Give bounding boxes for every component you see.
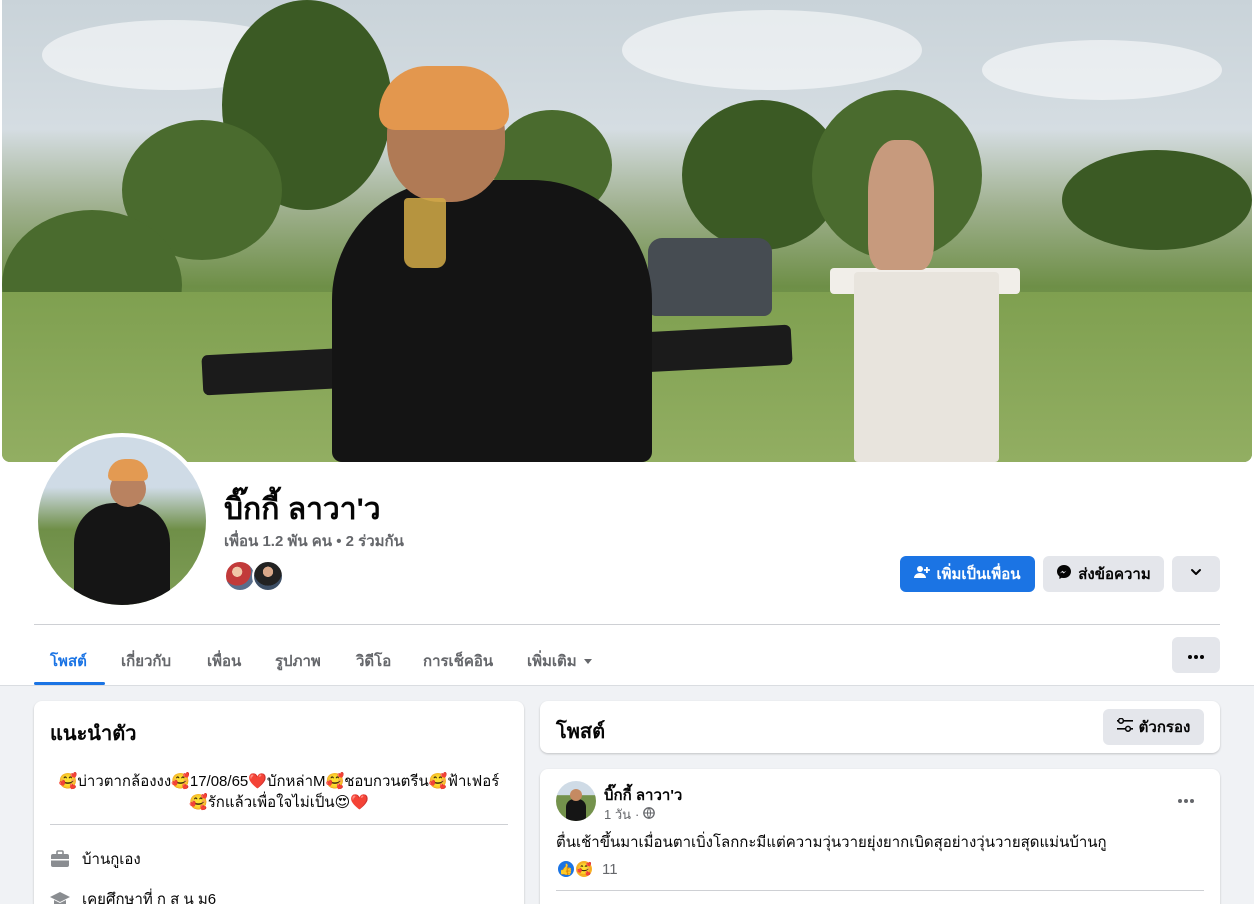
profile-avatar[interactable] <box>34 433 210 609</box>
more-dots-icon <box>1178 790 1194 808</box>
tab-videos[interactable]: วิดีโอ <box>356 637 391 685</box>
chevron-down-icon <box>1189 565 1203 583</box>
send-message-label: ส่งข้อความ <box>1078 566 1151 583</box>
send-message-button[interactable]: ส่งข้อความ <box>1043 556 1164 592</box>
bio-line: 🥰บ่าวตากล้องงง🥰17/08/65❤️บักหล่าM🥰ชอบกวน… <box>58 773 500 790</box>
intro-divider <box>50 824 508 825</box>
tab-more[interactable]: เพิ่มเติม <box>527 637 593 685</box>
meta-separator: · <box>635 807 640 822</box>
intro-card: แนะนำตัว 🥰บ่าวตากล้องงง🥰17/08/65❤️บักหล่… <box>34 701 524 904</box>
messenger-icon <box>1056 564 1072 584</box>
tab-about[interactable]: เกี่ยวกับ <box>121 637 171 685</box>
caret-down-icon <box>583 653 593 670</box>
graduation-cap-icon <box>50 889 70 904</box>
tab-posts[interactable]: โพสต์ <box>50 637 87 685</box>
tab-checkins[interactable]: การเช็คอิน <box>423 637 493 685</box>
post-options-button[interactable] <box>1168 785 1204 813</box>
profile-header: บิ๊กกี้ ลาวา'ว เพื่อน 1.2 พัน คน • 2 ร่ว… <box>0 0 1254 686</box>
tab-photos[interactable]: รูปภาพ <box>275 637 321 685</box>
more-dots-icon <box>1188 646 1204 664</box>
tabs-more-options-button[interactable] <box>1172 637 1220 673</box>
globe-icon <box>643 807 656 822</box>
profile-more-dropdown-button[interactable] <box>1172 556 1220 592</box>
header-divider <box>34 624 1220 625</box>
posts-header-card: โพสต์ ตัวกรอง <box>540 701 1220 753</box>
posts-title: โพสต์ <box>556 721 606 743</box>
post-author-avatar[interactable] <box>556 781 596 821</box>
intro-title: แนะนำตัว <box>50 723 137 745</box>
filter-icon <box>1116 717 1133 736</box>
intro-work-row: บ้านกูเอง <box>50 847 141 871</box>
friends-count[interactable]: เพื่อน 1.2 พัน คน • 2 ร่วมกัน <box>224 529 404 553</box>
briefcase-icon <box>50 849 70 869</box>
bio-line: 🥰รักแล้วเพื่อใจไม่เป็น😍❤️ <box>189 794 369 811</box>
care-icon: 🥰 <box>574 859 594 879</box>
filter-button[interactable]: ตัวกรอง <box>1103 709 1204 745</box>
bio-text: 🥰บ่าวตากล้องงง🥰17/08/65❤️บักหล่าM🥰ชอบกวน… <box>50 771 508 813</box>
filter-label: ตัวกรอง <box>1138 719 1191 736</box>
post-meta: 1 วัน · <box>604 804 656 825</box>
cover-photo[interactable] <box>2 0 1252 462</box>
add-friend-label: เพิ่มเป็นเพื่อน <box>936 566 1021 583</box>
post-text: ตื่นเช้าขึ้นมาเมื่อนตาเบิ่งโลกกะมีแต่ควา… <box>556 834 1107 851</box>
tab-friends[interactable]: เพื่อน <box>207 637 241 685</box>
intro-education-text: เคยศึกษาที่ ก ส น ม6 <box>82 891 217 904</box>
profile-name: บิ๊กกี้ ลาวา'ว <box>224 493 381 526</box>
mutual-friends-avatars[interactable] <box>224 560 288 592</box>
active-tab-indicator <box>34 682 105 685</box>
post-card: บิ๊กกี้ ลาวา'ว 1 วัน · ตื่นเช้าขึ้นมาเมื… <box>540 769 1220 904</box>
add-friend-button[interactable]: เพิ่มเป็นเพื่อน <box>900 556 1035 592</box>
post-reactions[interactable]: 👍 🥰 11 <box>556 859 618 879</box>
post-divider <box>556 890 1204 891</box>
post-timestamp[interactable]: 1 วัน <box>604 804 631 825</box>
intro-education-row: เคยศึกษาที่ ก ส น ม6 <box>50 887 216 904</box>
reaction-count: 11 <box>602 860 618 878</box>
like-icon: 👍 <box>556 859 576 879</box>
add-friend-icon <box>914 564 931 584</box>
tab-more-label: เพิ่มเติม <box>527 653 577 670</box>
intro-work-text: บ้านกูเอง <box>82 851 141 868</box>
mutual-friend-avatar[interactable] <box>252 560 284 592</box>
